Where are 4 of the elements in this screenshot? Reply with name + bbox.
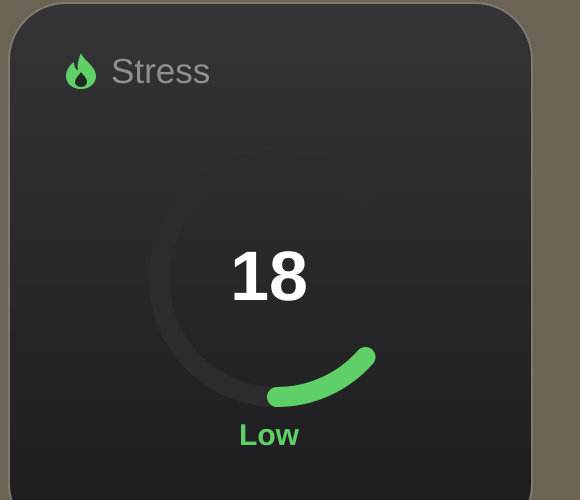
- flame-icon: [65, 52, 97, 90]
- widget-title: Stress: [111, 54, 210, 88]
- stress-level-label: Low: [238, 421, 300, 451]
- stress-value: 18: [229, 241, 309, 311]
